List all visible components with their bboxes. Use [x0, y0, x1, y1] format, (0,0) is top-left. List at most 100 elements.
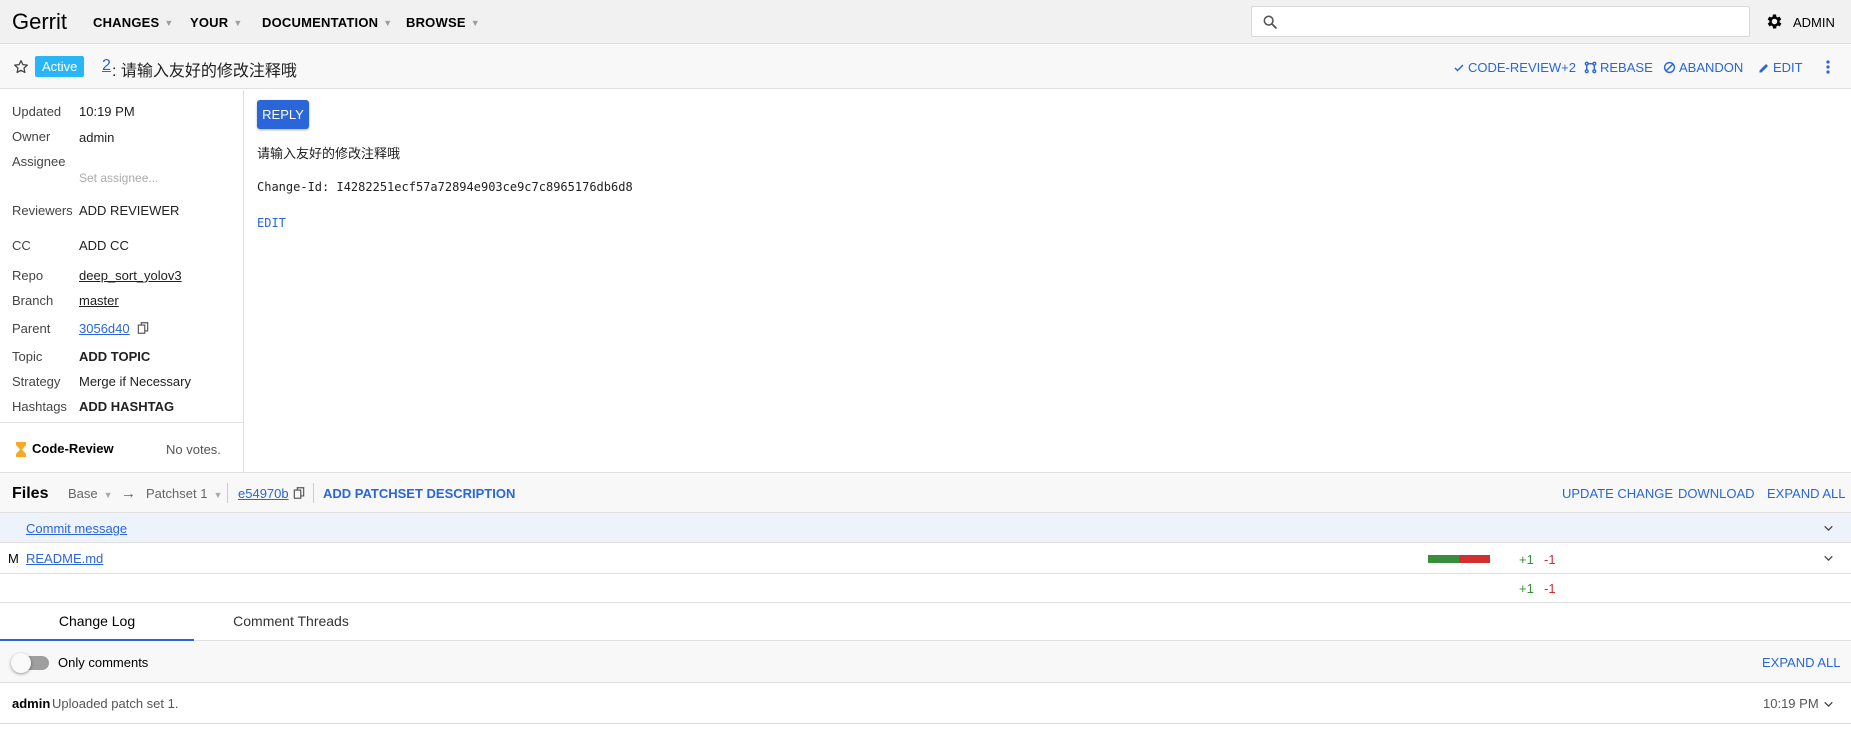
files-total-row: +1 -1 — [0, 574, 1851, 603]
expand-all-files-button[interactable]: EXPAND ALL — [1767, 486, 1846, 501]
nav-menu-label: YOUR — [190, 15, 229, 30]
copy-icon[interactable] — [292, 486, 306, 500]
branch-link[interactable]: master — [79, 293, 119, 308]
changelog-controls: Only comments EXPAND ALL — [0, 641, 1851, 683]
chevron-down-icon: ▼ — [383, 18, 393, 28]
chevron-down-icon[interactable] — [1822, 698, 1835, 711]
expand-all-messages-button[interactable]: EXPAND ALL — [1762, 655, 1841, 670]
dropdown-label: Patchset 1 — [146, 486, 208, 501]
owner-value[interactable]: admin — [79, 130, 114, 145]
dropdown-label: Base — [68, 486, 98, 501]
add-cc-button[interactable]: ADD CC — [79, 238, 129, 253]
search-icon — [1263, 15, 1277, 29]
gear-icon[interactable] — [1765, 12, 1784, 31]
reviewers-label: Reviewers — [12, 203, 73, 218]
block-icon — [1663, 61, 1676, 74]
cc-label: CC — [12, 238, 31, 253]
total-lines-added: +1 — [1519, 581, 1534, 596]
nav-menu-your[interactable]: YOUR ▼ — [190, 15, 242, 30]
change-number-link[interactable]: 2 — [102, 57, 111, 75]
removed-lines-bar — [1459, 555, 1490, 563]
user-menu[interactable]: ADMIN — [1793, 15, 1835, 30]
change-title: : 请输入友好的修改注释哦 — [112, 63, 297, 80]
edit-commit-message-button[interactable]: EDIT — [257, 216, 286, 230]
divider — [0, 422, 243, 423]
updated-label: Updated — [12, 104, 62, 119]
divider — [313, 483, 314, 503]
search-input[interactable] — [1251, 6, 1750, 37]
hashtags-label: Hashtags — [12, 399, 67, 414]
button-label: ABANDON — [1679, 60, 1744, 75]
add-topic-button[interactable]: ADD TOPIC — [79, 349, 150, 364]
updated-value: 10:19 PM — [79, 104, 135, 119]
chevron-down-icon[interactable] — [1822, 522, 1835, 535]
add-reviewer-button[interactable]: ADD REVIEWER — [79, 203, 179, 218]
button-label: EDIT — [1773, 60, 1803, 75]
top-navigation-bar: Gerrit CHANGES ▼ YOUR ▼ DOCUMENTATION ▼ BRO… — [0, 0, 1851, 44]
copy-icon[interactable] — [136, 321, 150, 335]
app-logo[interactable]: Gerrit — [12, 9, 67, 35]
changelog-entry[interactable]: admin Uploaded patch set 1. 10:19 PM — [0, 683, 1851, 724]
total-lines-removed: -1 — [1544, 581, 1556, 596]
file-path-link[interactable]: README.md — [26, 551, 103, 566]
strategy-label: Strategy — [12, 374, 61, 389]
file-status: M — [8, 551, 19, 566]
repo-link[interactable]: deep_sort_yolov3 — [79, 268, 182, 283]
parent-value: 3056d40 — [79, 321, 150, 336]
repo-label: Repo — [12, 268, 44, 283]
change-header: Active 2 : 请输入友好的修改注释哦 CODE-REVIEW+2 REB… — [0, 45, 1851, 89]
add-patchset-description-button[interactable]: ADD PATCHSET DESCRIPTION — [323, 486, 515, 501]
toggle-knob[interactable] — [11, 653, 31, 673]
commit-link[interactable]: e54970b — [238, 486, 289, 501]
more-vert-icon[interactable] — [1822, 59, 1834, 75]
rebase-icon — [1584, 61, 1597, 74]
file-row[interactable]: M README.md +1 -1 — [0, 543, 1851, 574]
chevron-down-icon: ▼ — [213, 490, 223, 500]
nav-menu-documentation[interactable]: DOCUMENTATION ▼ — [262, 15, 392, 30]
tab-change-log[interactable]: Change Log — [0, 603, 194, 641]
nav-menu-label: DOCUMENTATION — [262, 15, 379, 30]
reply-button[interactable]: REPLY — [257, 100, 309, 129]
update-change-button[interactable]: UPDATE CHANGE — [1562, 486, 1673, 501]
download-button[interactable]: DOWNLOAD — [1678, 486, 1755, 501]
abandon-button[interactable]: ABANDON — [1663, 60, 1743, 75]
lines-added: +1 — [1519, 552, 1534, 567]
star-icon[interactable] — [12, 58, 30, 76]
parent-commit-link[interactable]: 3056d40 — [79, 321, 130, 336]
added-lines-bar — [1428, 555, 1459, 563]
nav-menu-changes[interactable]: CHANGES ▼ — [93, 15, 174, 30]
commit-subject: 请输入友好的修改注释哦 — [257, 146, 401, 161]
owner-label: Owner — [12, 129, 51, 144]
commit-message-row[interactable]: Commit message — [0, 513, 1851, 543]
tab-comment-threads[interactable]: Comment Threads — [194, 603, 388, 641]
code-review-label: Code-Review — [32, 441, 114, 456]
check-icon — [1454, 64, 1464, 72]
message-author: admin — [12, 696, 51, 711]
strategy-value: Merge if Necessary — [79, 374, 191, 389]
button-label: CODE-REVIEW+2 — [1468, 60, 1576, 75]
chevron-down-icon: ▼ — [103, 490, 113, 500]
topic-label: Topic — [12, 349, 43, 364]
branch-label: Branch — [12, 293, 54, 308]
rebase-button[interactable]: REBASE — [1584, 60, 1653, 75]
chevron-down-icon: ▼ — [233, 18, 243, 28]
assignee-input[interactable]: Set assignee... — [79, 171, 158, 185]
base-dropdown[interactable]: Base ▼ — [68, 486, 113, 501]
commit-message-link[interactable]: Commit message — [26, 521, 127, 536]
nav-menu-label: BROWSE — [406, 15, 466, 30]
patchset-dropdown[interactable]: Patchset 1 ▼ — [146, 486, 222, 501]
change-id: Change-Id: I4282251ecf57a72894e903ce9c7c… — [257, 180, 633, 194]
files-header: Files Base ▼ → Patchset 1 ▼ e54970b ADD PA… — [0, 472, 1851, 513]
code-review-plus2-button[interactable]: CODE-REVIEW+2 — [1453, 60, 1576, 75]
pencil-icon — [1759, 64, 1768, 73]
chevron-down-icon[interactable] — [1822, 552, 1835, 565]
nav-menu-browse[interactable]: BROWSE ▼ — [406, 15, 480, 30]
add-hashtag-button[interactable]: ADD HASHTAG — [79, 399, 174, 414]
lines-removed: -1 — [1544, 552, 1556, 567]
chevron-down-icon: ▼ — [470, 18, 480, 28]
nav-menu-label: CHANGES — [93, 15, 160, 30]
arrow-right-icon: → — [121, 485, 136, 502]
only-comments-label: Only comments — [58, 655, 149, 670]
status-badge: Active — [35, 56, 85, 77]
edit-button[interactable]: EDIT — [1758, 60, 1803, 75]
